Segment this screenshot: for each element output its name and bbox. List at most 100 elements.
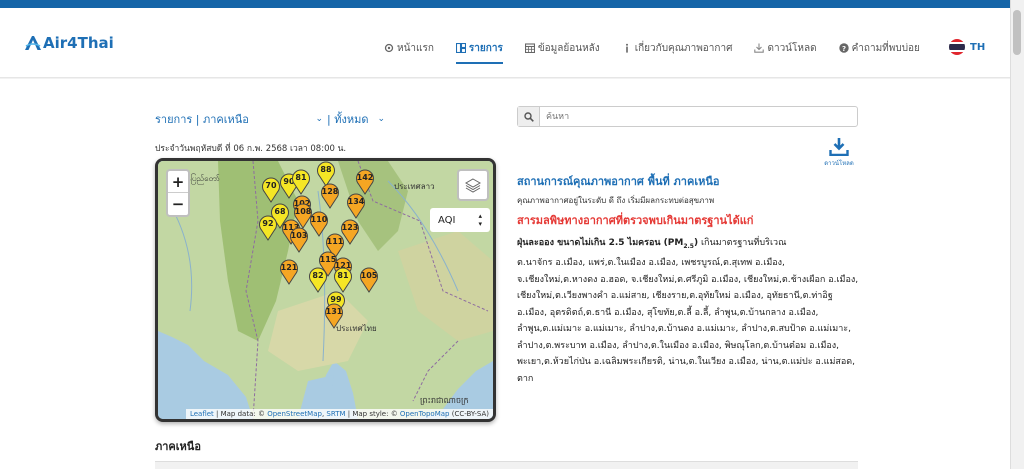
info-icon [625,43,628,53]
opentopomap-link[interactable]: OpenTopoMap [400,410,450,418]
thai-flag-icon [949,39,965,55]
brand-name: Air4Thai [43,34,114,52]
list-icon [455,43,466,53]
aqi-marker-value: 70 [265,181,277,190]
aqi-map[interactable]: နေပြည်တော် ประเทศลาว ประเทศไทย ព្រះរាជាណ… [155,158,496,422]
nav-label: คำถามที่พบบ่อย [851,42,920,54]
aqi-marker[interactable]: 70 [261,177,281,203]
aqi-marker[interactable]: 134 [346,193,366,219]
aqi-marker-value: 92 [262,219,274,228]
aqi-marker-value: 81 [337,271,349,280]
search-icon [523,111,534,122]
leaflet-link[interactable]: Leaflet [190,410,214,418]
map-attribution: Leaflet | Map data: © OpenStreetMap, SRT… [185,409,493,419]
aqi-marker-value: 134 [347,197,365,206]
chevron-down-icon: ⌄ [377,114,385,124]
aqi-marker[interactable]: 82 [308,267,328,293]
attribution-text: | Map style: © [345,410,400,418]
nav-faq[interactable]: ? คำถามที่พบบ่อย [838,38,920,58]
air-quality-summary: สถานการณ์คุณภาพอากาศ พื้นที่ ภาคเหนือ คุ… [517,172,862,387]
top-accent-bar [0,0,1010,8]
aqi-marker-value: 111 [326,237,344,246]
select-arrows-icon: ▴ ▾ [478,212,482,228]
aqi-marker-value: 81 [295,173,307,182]
download-icon [754,43,765,53]
aqi-marker[interactable]: 142 [355,169,375,195]
language-switch[interactable]: TH [949,39,985,55]
pm-label: ฝุ่นละออง ขนาดไม่เกิน 2.5 ไมครอน (PM2.5) [517,238,698,250]
search-input[interactable] [540,111,840,122]
summary-title: สถานการณ์คุณภาพอากาศ พื้นที่ ภาคเหนือ [517,175,720,188]
aqi-marker-value: 88 [320,165,332,174]
nav-home[interactable]: หน้าแรก [384,38,434,58]
attribution-text: (CC-BY-SA) [449,410,489,418]
calendar-icon [524,43,535,53]
nav-label: ข้อมูลย้อนหลัง [537,42,600,54]
aqi-marker[interactable]: 103 [289,227,309,253]
nav-list[interactable]: รายการ [455,38,503,64]
scope-dropdown-value: | ทั้งหมด [327,113,369,126]
nav-history[interactable]: ข้อมูลย้อนหลัง [524,38,600,58]
main-nav: หน้าแรก รายการ ข้อมูลย้อนหลัง เกี่ยวกับค… [384,38,942,64]
aqi-marker-value: 110 [310,215,328,224]
nav-label: ดาวน์โหลด [767,42,817,54]
section-title: ภาคเหนือ [155,440,201,453]
nav-download[interactable]: ดาวน์โหลด [754,38,817,58]
svg-text:?: ? [842,45,846,53]
home-icon [384,43,394,53]
location-line: ต.นาจักร อ.เมือง, แพร่,ต.ในเมือง อ.เมือง… [517,258,785,269]
zoom-in-button[interactable]: + [168,171,188,193]
main-content: รายการ | ภาคเหนือ ⌄ | ทั้งหมด ⌄ ประจำวัน… [0,79,1010,469]
logo-a-icon [25,36,41,50]
site-header: Air4Thai หน้าแรก รายการ ข้อมูลย้อนหลัง เ… [0,8,1010,78]
region-dropdown-value: รายการ | ภาคเหนือ [155,113,249,126]
location-line: พะเยา,ต.ห้วยไก่ป่น อ.เฉลิมพระเกียรติ, น่… [517,357,856,368]
scrollbar-thumb[interactable] [1013,10,1021,55]
scope-dropdown[interactable]: | ทั้งหมด ⌄ [327,110,385,128]
question-icon: ? [838,43,849,53]
location-line: ตาก [517,373,534,384]
download-button[interactable]: ดาวน์โหลด [823,138,855,168]
aqi-marker[interactable]: 105 [359,267,379,293]
osm-link[interactable]: OpenStreetMap [267,410,322,418]
aqi-marker-value: 82 [312,271,324,280]
aqi-marker-value: 123 [341,223,359,232]
map-label-cambodia: ព្រះរាជាណាចក្រ [420,396,469,405]
nav-label: รายการ [468,42,503,54]
report-date: ประจำวันพฤหัสบดี ที่ 06 ก.พ. 2568 เวลา 0… [155,144,347,154]
zoom-out-button[interactable]: − [168,193,188,215]
attribution-text: | Map data: © [213,410,268,418]
aqi-marker[interactable]: 92 [258,215,278,241]
map-label-laos: ประเทศลาว [394,182,435,191]
page-scrollbar[interactable] [1010,0,1024,469]
layers-button[interactable] [457,169,489,201]
aqi-marker-value: 105 [360,271,378,280]
location-line: จ.เชียงใหม่,ต.หางดง อ.ฮอด, จ.เชียงใหม่,ต… [517,274,859,285]
aqi-layer-select-value: AQI [438,214,456,226]
search-button[interactable] [518,107,540,126]
search-box [517,106,858,127]
language-code: TH [970,41,986,53]
pollutant-warning: สารมลพิษทางอากาศที่ตรวจพบเกินมาตรฐานได้แ… [517,214,754,227]
aqi-marker-value: 103 [290,231,308,240]
nav-label: เกี่ยวกับคุณภาพอากาศ [634,42,733,54]
aqi-marker-value: 142 [356,173,374,182]
nav-about[interactable]: เกี่ยวกับคุณภาพอากาศ [622,38,733,58]
aqi-marker-value: 128 [321,187,339,196]
layers-icon [464,178,482,193]
srtm-link[interactable]: SRTM [326,410,345,418]
download-icon [829,138,849,156]
brand-logo[interactable]: Air4Thai [24,34,114,52]
horizontal-scrollbar[interactable] [155,461,858,469]
aqi-marker[interactable]: 128 [320,183,340,209]
nav-label: หน้าแรก [397,42,434,54]
aqi-marker[interactable]: 121 [279,259,299,285]
region-dropdown[interactable]: รายการ | ภาคเหนือ ⌄ [155,110,323,128]
aqi-marker[interactable]: 81 [291,169,311,195]
chevron-down-icon: ⌄ [315,114,323,124]
aqi-marker[interactable]: 81 [333,267,353,293]
pm-subscript: 2.5 [683,242,694,250]
aqi-marker[interactable]: 131 [324,303,344,329]
aqi-layer-select[interactable]: AQI ▴ ▾ [430,208,490,232]
filter-row: รายการ | ภาคเหนือ ⌄ | ทั้งหมด ⌄ [155,110,385,128]
